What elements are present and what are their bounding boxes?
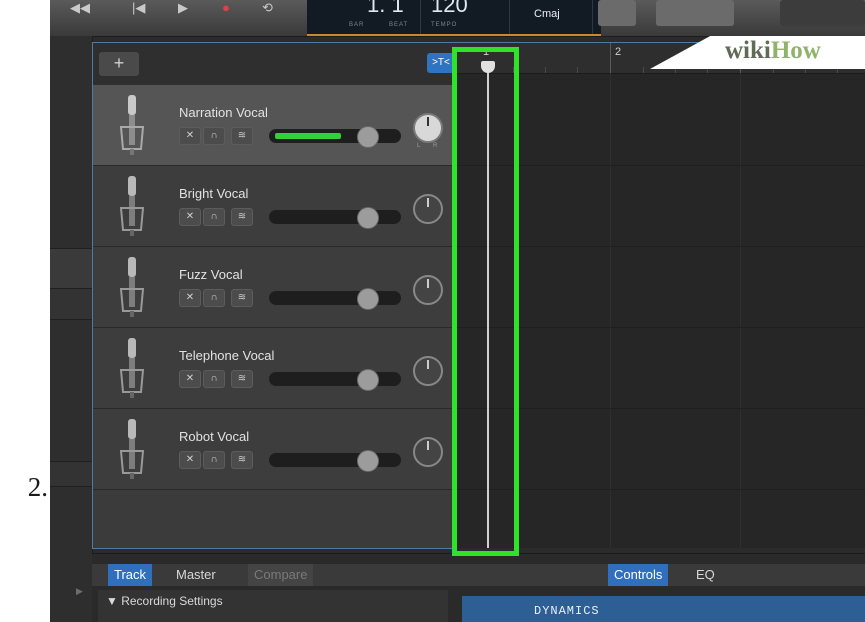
track-name: Telephone Vocal (179, 348, 275, 363)
wikihow-watermark: wikiHow (650, 36, 865, 69)
highlight-box (452, 47, 519, 556)
level-meter (275, 133, 341, 139)
volume-knob[interactable] (357, 288, 379, 310)
microphone-icon (119, 419, 145, 479)
count-in-metronome-button[interactable] (656, 0, 734, 26)
pan-knob[interactable] (413, 356, 443, 386)
mute-icon[interactable]: ✕ (179, 289, 201, 307)
beat-label: BEAT (389, 22, 409, 28)
pan-knob[interactable] (413, 437, 443, 467)
mute-icon[interactable]: ✕ (179, 451, 201, 469)
expand-arrow-icon[interactable]: ▶ (76, 586, 83, 597)
track-name: Bright Vocal (179, 186, 249, 201)
dynamics-header: DYNAMICS (462, 596, 865, 622)
pan-knob[interactable] (413, 275, 443, 305)
tab-eq[interactable]: EQ (690, 564, 721, 586)
pan-knob[interactable] (413, 194, 443, 224)
play-icon[interactable]: ▶ (178, 0, 188, 15)
rewind-icon[interactable]: ◀◀ (70, 0, 90, 15)
headphones-icon[interactable]: ∩ (203, 127, 225, 145)
lcd-display[interactable]: 1. 1 BAR BEAT 120 TEMPO Cmaj (307, 0, 601, 36)
volume-slider[interactable] (269, 369, 401, 391)
record-enable-icon[interactable]: ≋ (231, 127, 253, 145)
track-header-fuzz[interactable]: Fuzz Vocal ✕ ∩ ≋ (93, 247, 456, 328)
track-header-bright[interactable]: Bright Vocal ✕ ∩ ≋ (93, 166, 456, 247)
track-name: Fuzz Vocal (179, 267, 243, 282)
record-enable-icon[interactable]: ≋ (231, 289, 253, 307)
volume-slider[interactable] (269, 126, 401, 148)
mute-icon[interactable]: ✕ (179, 127, 201, 145)
mute-icon[interactable]: ✕ (179, 208, 201, 226)
recording-settings-disclosure[interactable]: ▼ Recording Settings (106, 594, 223, 608)
volume-slider[interactable] (269, 288, 401, 310)
record-enable-icon[interactable]: ≋ (231, 208, 253, 226)
library-sidebar: ▶ (50, 36, 93, 622)
control-bar: ◀◀ |◀ ▶ ● ⟲ 1. 1 BAR BEAT 120 TEMPO Cmaj (50, 0, 865, 37)
record-enable-icon[interactable]: ≋ (231, 370, 253, 388)
cycle-icon[interactable]: ⟲ (262, 0, 273, 15)
headphones-icon[interactable]: ∩ (203, 289, 225, 307)
dynamics-label: DYNAMICS (534, 604, 600, 618)
go-to-start-icon[interactable]: |◀ (132, 0, 145, 15)
volume-slider[interactable] (269, 207, 401, 229)
add-track-button[interactable]: + (99, 52, 139, 76)
tab-track[interactable]: Track (108, 564, 153, 586)
volume-knob[interactable] (357, 450, 379, 472)
bar-value: 1. 1 (367, 0, 404, 17)
microphone-icon (119, 176, 145, 236)
tempo-value: 120 (431, 0, 468, 17)
tuner-button[interactable] (598, 0, 636, 26)
track-headers: + >T< Narration Vocal ✕ ∩ ≋ LR Bright Vo… (92, 42, 456, 549)
headphones-icon[interactable]: ∩ (203, 451, 225, 469)
tab-compare[interactable]: Compare (248, 564, 314, 586)
bar-label: BAR (349, 22, 365, 28)
tempo-label: TEMPO (431, 22, 458, 28)
record-icon[interactable]: ● (222, 0, 230, 15)
bar-number: 2 (615, 46, 622, 58)
smart-controls: Track Master Compare Controls EQ ▼ Recor… (92, 553, 865, 622)
microphone-icon (119, 338, 145, 398)
volume-knob[interactable] (357, 369, 379, 391)
track-header-narration[interactable]: Narration Vocal ✕ ∩ ≋ LR (93, 85, 456, 166)
step-number: 2. (27, 472, 48, 502)
track-name: Narration Vocal (179, 105, 268, 120)
record-enable-icon[interactable]: ≋ (231, 451, 253, 469)
note-pad-button[interactable] (780, 0, 865, 26)
microphone-icon (119, 95, 145, 155)
headphones-icon[interactable]: ∩ (203, 370, 225, 388)
track-header-telephone[interactable]: Telephone Vocal ✕ ∩ ≋ (93, 328, 456, 409)
key-signature: Cmaj (534, 8, 560, 20)
volume-slider[interactable] (269, 450, 401, 472)
volume-knob[interactable] (357, 126, 379, 148)
track-name: Robot Vocal (179, 429, 250, 444)
mute-icon[interactable]: ✕ (179, 370, 201, 388)
tab-controls[interactable]: Controls (608, 564, 669, 586)
watermark-part2: How (770, 37, 821, 64)
headphones-icon[interactable]: ∩ (203, 208, 225, 226)
track-header-robot[interactable]: Robot Vocal ✕ ∩ ≋ (93, 409, 456, 490)
volume-knob[interactable] (357, 207, 379, 229)
catch-filter-button[interactable]: >T< (427, 53, 455, 73)
tab-master[interactable]: Master (170, 564, 222, 586)
microphone-icon (119, 257, 145, 317)
watermark-part1: wiki (725, 37, 771, 64)
pan-knob[interactable] (413, 113, 443, 143)
